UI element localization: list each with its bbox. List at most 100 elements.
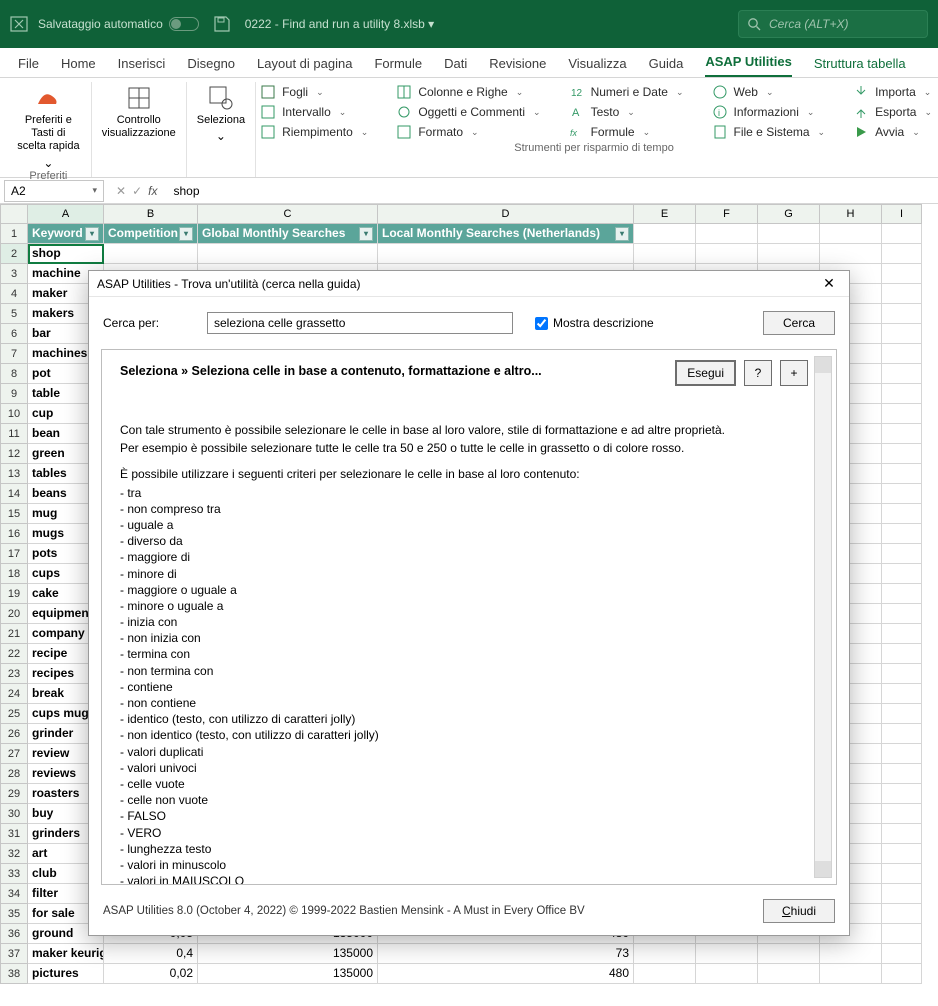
- tab-revisione[interactable]: Revisione: [489, 56, 546, 77]
- cell[interactable]: shop: [28, 244, 104, 264]
- row-head[interactable]: 17: [0, 544, 28, 564]
- row-head[interactable]: 1: [0, 224, 28, 244]
- cell[interactable]: [882, 604, 922, 624]
- cell[interactable]: [882, 464, 922, 484]
- name-box[interactable]: A2 ▾: [4, 180, 104, 202]
- cell[interactable]: [882, 704, 922, 724]
- row-head[interactable]: 20: [0, 604, 28, 624]
- cell[interactable]: [634, 244, 696, 264]
- row-head[interactable]: 5: [0, 304, 28, 324]
- row-head[interactable]: 12: [0, 444, 28, 464]
- row-head[interactable]: 31: [0, 824, 28, 844]
- cell[interactable]: [882, 904, 922, 924]
- row-head[interactable]: 25: [0, 704, 28, 724]
- scroll-down-icon[interactable]: [815, 861, 831, 877]
- save-icon[interactable]: [213, 15, 231, 33]
- cell[interactable]: [882, 664, 922, 684]
- plus-button[interactable]: +: [780, 360, 808, 386]
- row-head[interactable]: 15: [0, 504, 28, 524]
- col-head-I[interactable]: I: [882, 204, 922, 224]
- tab-asap-utilities[interactable]: ASAP Utilities: [705, 54, 791, 77]
- row-head[interactable]: 3: [0, 264, 28, 284]
- row-head[interactable]: 8: [0, 364, 28, 384]
- tab-inserisci[interactable]: Inserisci: [118, 56, 166, 77]
- cell[interactable]: [882, 684, 922, 704]
- row-head[interactable]: 23: [0, 664, 28, 684]
- formula-input[interactable]: shop: [165, 184, 938, 198]
- autosave-toggle[interactable]: Salvataggio automatico: [38, 17, 199, 31]
- search-button[interactable]: Cerca: [763, 311, 835, 335]
- cancel-icon[interactable]: ✕: [116, 184, 126, 198]
- cell[interactable]: 135000: [198, 944, 378, 964]
- row-head[interactable]: 2: [0, 244, 28, 264]
- cell[interactable]: [882, 564, 922, 584]
- col-head-H[interactable]: H: [820, 204, 882, 224]
- cell[interactable]: [820, 964, 882, 984]
- ribbon-importa[interactable]: Importa⌄: [853, 84, 932, 100]
- cell[interactable]: [882, 924, 922, 944]
- filter-icon[interactable]: ▾: [85, 227, 99, 241]
- ribbon-file-sistema[interactable]: File e Sistema⌄: [712, 124, 826, 140]
- row-head[interactable]: 38: [0, 964, 28, 984]
- ribbon-avvia[interactable]: Avvia⌄: [853, 124, 932, 140]
- fx-icon[interactable]: fx: [148, 184, 157, 198]
- cell[interactable]: [634, 944, 696, 964]
- col-head-F[interactable]: F: [696, 204, 758, 224]
- cell[interactable]: [882, 304, 922, 324]
- select-all-corner[interactable]: [0, 204, 28, 224]
- cell[interactable]: [378, 244, 634, 264]
- cell[interactable]: 0,4: [104, 944, 198, 964]
- ribbon-colonne-righe[interactable]: Colonne e Righe⌄: [396, 84, 540, 100]
- cell[interactable]: [104, 244, 198, 264]
- tab-file[interactable]: File: [18, 56, 39, 77]
- row-head[interactable]: 33: [0, 864, 28, 884]
- cell[interactable]: [820, 244, 882, 264]
- close-button[interactable]: Chiudi: [763, 899, 835, 923]
- row-head[interactable]: 6: [0, 324, 28, 344]
- tab-guida[interactable]: Guida: [649, 56, 684, 77]
- table-header[interactable]: Competition▾: [104, 224, 198, 244]
- row-head[interactable]: 10: [0, 404, 28, 424]
- cell[interactable]: 73: [378, 944, 634, 964]
- cell[interactable]: [882, 724, 922, 744]
- cell[interactable]: maker keurig: [28, 944, 104, 964]
- col-head-C[interactable]: C: [198, 204, 378, 224]
- cell[interactable]: [696, 964, 758, 984]
- row-head[interactable]: 14: [0, 484, 28, 504]
- ribbon-formule-menu[interactable]: fxFormule⌄: [569, 124, 684, 140]
- cell[interactable]: [758, 964, 820, 984]
- select-button[interactable]: Seleziona ⌄: [197, 84, 245, 143]
- ribbon-numeri-date[interactable]: 12Numeri e Date⌄: [569, 84, 684, 100]
- cell[interactable]: [882, 384, 922, 404]
- cell[interactable]: [882, 944, 922, 964]
- ribbon-testo[interactable]: ATesto⌄: [569, 104, 684, 120]
- cell[interactable]: [882, 244, 922, 264]
- col-head-B[interactable]: B: [104, 204, 198, 224]
- cell[interactable]: [882, 524, 922, 544]
- row-head[interactable]: 16: [0, 524, 28, 544]
- filename[interactable]: 0222 - Find and run a utility 8.xlsb ▾: [245, 17, 434, 31]
- filter-icon[interactable]: ▾: [179, 227, 193, 241]
- cell[interactable]: [820, 944, 882, 964]
- confirm-icon[interactable]: ✓: [132, 184, 142, 198]
- col-head-D[interactable]: D: [378, 204, 634, 224]
- row-head[interactable]: 34: [0, 884, 28, 904]
- cell[interactable]: [882, 504, 922, 524]
- row-head[interactable]: 18: [0, 564, 28, 584]
- cell[interactable]: [758, 244, 820, 264]
- show-description-checkbox[interactable]: Mostra descrizione: [535, 316, 654, 330]
- row-head[interactable]: 21: [0, 624, 28, 644]
- row-head[interactable]: 7: [0, 344, 28, 364]
- cell[interactable]: [696, 944, 758, 964]
- search-input[interactable]: [207, 312, 513, 334]
- row-head[interactable]: 32: [0, 844, 28, 864]
- tab-disegno[interactable]: Disegno: [187, 56, 235, 77]
- cell[interactable]: [882, 404, 922, 424]
- cell[interactable]: [882, 544, 922, 564]
- row-head[interactable]: 28: [0, 764, 28, 784]
- cell[interactable]: [882, 324, 922, 344]
- row-head[interactable]: 24: [0, 684, 28, 704]
- row-head[interactable]: 22: [0, 644, 28, 664]
- table-header[interactable]: Local Monthly Searches (Netherlands)▾: [378, 224, 634, 244]
- table-header[interactable]: Keyword▾: [28, 224, 104, 244]
